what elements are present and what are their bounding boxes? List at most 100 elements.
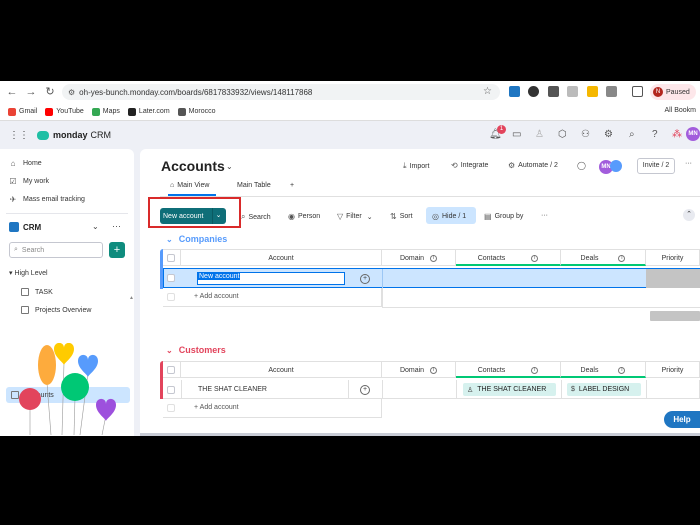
inbox-icon[interactable]: ▭ xyxy=(512,129,521,140)
help-button[interactable]: Help xyxy=(664,411,700,428)
column-header-account[interactable]: Account xyxy=(181,361,382,378)
chevron-down-icon[interactable]: ⌄ xyxy=(166,235,173,244)
import-button[interactable]: ⤓ Import xyxy=(403,161,429,171)
person-filter-button[interactable]: ◉ Person xyxy=(288,212,320,221)
group-title-companies[interactable]: ⌄ Companies xyxy=(166,234,227,244)
sidebar-search-input[interactable]: ⌕ Search xyxy=(9,242,103,258)
chevron-down-icon[interactable]: ⌄ xyxy=(92,222,99,231)
column-header-contacts[interactable]: Contacts i xyxy=(456,249,561,266)
select-all-cell[interactable] xyxy=(163,249,181,266)
bookmark-youtube[interactable]: YouTube xyxy=(45,107,84,116)
board-member-avatar-2[interactable] xyxy=(610,160,622,172)
account-name[interactable]: THE SHAT CLEANER xyxy=(198,386,267,393)
integrate-button[interactable]: ⟲ Integrate xyxy=(451,161,488,170)
extension-icon[interactable] xyxy=(548,86,559,97)
filter-button[interactable]: ▽ Filter ⌄ xyxy=(337,212,373,221)
info-icon[interactable]: i xyxy=(430,366,438,374)
monday-mini-logo-icon[interactable]: ⁂ xyxy=(672,129,682,140)
group-by-button[interactable]: ▤ Group by xyxy=(484,212,523,221)
sidebar-item-home[interactable]: ⌂ Home xyxy=(8,155,42,171)
more-icon[interactable]: ··· xyxy=(541,212,548,219)
app-switcher-icon[interactable]: ⋮⋮ xyxy=(9,130,29,141)
page-title[interactable]: Accounts xyxy=(161,158,225,174)
column-header-priority[interactable]: Priority xyxy=(646,249,700,266)
bookmark-star-icon[interactable]: ☆ xyxy=(483,86,492,97)
collapse-toolbar-icon[interactable]: ⌃ xyxy=(683,209,695,221)
address-bar[interactable]: ⚙ oh-yes-bunch.monday.com/boards/6817833… xyxy=(62,84,500,100)
monday-logo[interactable]: monday CRM xyxy=(37,130,111,140)
extension-icon[interactable] xyxy=(509,86,520,97)
settings-icon[interactable]: ⚙ xyxy=(604,129,613,140)
priority-cell[interactable] xyxy=(646,269,700,288)
row-checkbox[interactable] xyxy=(167,386,175,394)
tab-main-view[interactable]: ⌂ Main View xyxy=(170,182,209,189)
user-avatar[interactable]: MN xyxy=(686,127,700,141)
select-all-checkbox[interactable] xyxy=(167,254,175,262)
column-header-contacts[interactable]: Contacts i xyxy=(456,361,561,378)
add-view-button[interactable]: + xyxy=(290,182,294,189)
horizontal-scrollbar[interactable] xyxy=(140,433,700,436)
info-icon[interactable]: i xyxy=(531,254,539,262)
all-bookmarks[interactable]: All Bookm xyxy=(664,107,696,114)
chevron-down-icon[interactable]: ⌄ xyxy=(166,346,173,355)
automate-button[interactable]: ⚙ Automate / 2 xyxy=(508,161,558,170)
search-icon[interactable]: ⌕ xyxy=(629,129,635,140)
invite-button[interactable]: Invite / 2 xyxy=(637,158,675,174)
column-header-deals[interactable]: Deals i xyxy=(561,249,646,266)
info-icon[interactable]: i xyxy=(430,254,438,262)
workspace-selector[interactable]: CRM xyxy=(9,222,41,232)
forward-icon[interactable]: → xyxy=(24,85,38,99)
apps-icon[interactable]: ⚇ xyxy=(581,129,590,140)
back-icon[interactable]: ← xyxy=(5,85,19,99)
bookmark-morocco[interactable]: Morocco xyxy=(177,107,216,116)
site-info-icon[interactable]: ⚙ xyxy=(68,88,75,97)
info-icon[interactable]: i xyxy=(531,366,539,374)
sidebar-item-projects-overview[interactable]: Projects Overview xyxy=(21,302,91,318)
invite-members-icon[interactable]: ♙ xyxy=(535,129,544,140)
bookmark-later[interactable]: Later.com xyxy=(127,107,170,116)
folder-high-level[interactable]: ▾ High Level xyxy=(9,269,48,277)
extension-icon[interactable] xyxy=(587,86,598,97)
add-account-button[interactable]: + Add account xyxy=(194,404,239,411)
scrollbar[interactable]: ▲ xyxy=(129,295,134,301)
group-title-customers[interactable]: ⌄ Customers xyxy=(166,345,226,355)
sidebar-item-mass-email[interactable]: ✈ Mass email tracking xyxy=(8,191,85,207)
info-icon[interactable]: i xyxy=(618,366,626,374)
row-checkbox[interactable] xyxy=(167,274,175,282)
tab-main-table[interactable]: Main Table xyxy=(237,182,271,189)
account-name-input[interactable]: New account xyxy=(197,272,345,285)
search-button[interactable]: ⌕ Search xyxy=(241,212,271,222)
deal-link-chip[interactable]: $ LABEL DESIGN xyxy=(567,383,641,396)
sidebar-item-my-work[interactable]: ☑ My work xyxy=(8,173,49,189)
profile-button[interactable]: N Paused xyxy=(650,84,696,100)
more-icon[interactable]: ··· xyxy=(685,160,692,167)
extension-icon[interactable] xyxy=(567,86,578,97)
sidebar-item-task[interactable]: TASK xyxy=(21,284,53,300)
add-update-icon[interactable]: + xyxy=(360,274,370,284)
extensions-puzzle-icon[interactable] xyxy=(606,86,617,97)
chevron-down-icon[interactable]: ⌄ xyxy=(226,162,233,171)
add-item-button[interactable]: + xyxy=(109,242,125,258)
help-icon[interactable]: ? xyxy=(652,129,658,140)
chevron-down-icon[interactable]: ⌄ xyxy=(367,213,373,221)
select-all-checkbox[interactable] xyxy=(167,366,175,374)
column-header-domain[interactable]: Domain i xyxy=(382,249,456,266)
updates-icon[interactable]: ◯ xyxy=(577,161,589,170)
more-icon[interactable]: ··· xyxy=(112,221,121,231)
hide-columns-button[interactable]: ◎ Hide / 1 xyxy=(432,212,466,221)
add-update-icon[interactable]: + xyxy=(360,385,370,395)
info-icon[interactable]: i xyxy=(618,254,626,262)
bookmark-maps[interactable]: Maps xyxy=(91,107,120,116)
select-all-cell[interactable] xyxy=(163,361,181,378)
column-header-account[interactable]: Account xyxy=(181,249,382,266)
integrations-icon[interactable]: ⬡ xyxy=(558,129,567,140)
extension-icon[interactable] xyxy=(528,86,539,97)
sort-button[interactable]: ⇅ Sort xyxy=(390,212,413,221)
column-header-domain[interactable]: Domain i xyxy=(382,361,456,378)
download-icon[interactable] xyxy=(632,86,643,97)
bookmark-gmail[interactable]: Gmail xyxy=(8,107,37,116)
column-header-priority[interactable]: Priority xyxy=(646,361,700,378)
add-account-button[interactable]: + Add account xyxy=(194,293,239,300)
contact-link-chip[interactable]: ♙ THE SHAT CLEANER xyxy=(463,383,556,396)
reload-icon[interactable]: ↻ xyxy=(43,85,57,99)
